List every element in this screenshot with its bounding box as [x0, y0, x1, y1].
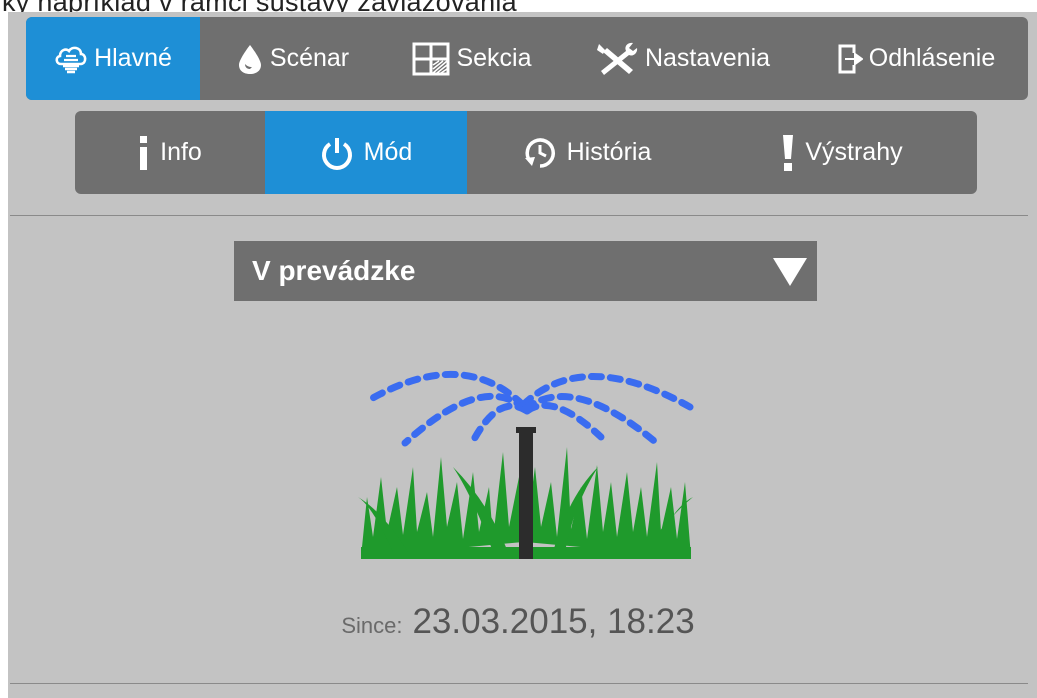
nav-item-hlavne[interactable]: Hlavné — [26, 17, 200, 100]
tab-info[interactable]: Info — [75, 111, 265, 194]
sprinkler-on-grass-icon — [358, 371, 694, 559]
nav-label-odhlasenie: Odhlásenie — [868, 44, 996, 72]
water-drop-icon — [236, 43, 264, 75]
history-icon — [523, 136, 557, 170]
power-icon — [320, 136, 354, 170]
tab-label-vystrahy: Výstrahy — [805, 138, 903, 166]
wrench-screwdriver-icon — [593, 41, 639, 77]
nav-item-odhlasenie[interactable]: Odhlásenie — [804, 17, 1028, 100]
sub-nav: Info Mód História Výstrahy — [75, 111, 977, 194]
info-icon — [138, 135, 150, 171]
section-grid-icon — [412, 42, 450, 76]
tab-label-historia: História — [566, 138, 652, 166]
tab-historia[interactable]: História — [467, 111, 707, 194]
triangle-down-icon — [773, 258, 807, 286]
nav-label-scenar: Scénar — [269, 44, 350, 72]
nav-label-nastavenia: Nastavenia — [644, 44, 771, 72]
tab-mod[interactable]: Mód — [265, 111, 467, 194]
tab-vystrahy[interactable]: Výstrahy — [707, 111, 977, 194]
tab-label-info: Info — [160, 138, 202, 166]
since-label: Since: — [341, 613, 403, 638]
tab-label-mod: Mód — [363, 138, 413, 166]
divider-bottom — [10, 683, 1028, 684]
divider-top — [10, 215, 1028, 216]
since-value: 23.03.2015, 18:23 — [412, 602, 695, 641]
mode-select[interactable]: V prevádzke — [234, 241, 817, 301]
main-nav: Hlavné Scénar Sekcia Nastavenia Odhlásen… — [26, 17, 1028, 100]
nav-item-sekcia[interactable]: Sekcia — [385, 17, 559, 100]
logout-icon — [837, 44, 863, 74]
partial-header-text: ky napríklad v rámci sústavy zavlažovani… — [2, 0, 517, 12]
nav-item-nastavenia[interactable]: Nastavenia — [559, 17, 804, 100]
cloud-sprinkler-icon — [54, 44, 88, 74]
nav-label-sekcia: Sekcia — [456, 44, 532, 72]
mode-select-value: V prevádzke — [252, 255, 416, 286]
since-timestamp: Since: 23.03.2015, 18:23 — [8, 602, 1028, 642]
main-panel: Hlavné Scénar Sekcia Nastavenia Odhlásen… — [8, 12, 1037, 698]
nav-label-hlavne: Hlavné — [94, 44, 172, 72]
exclamation-icon — [781, 134, 795, 172]
partial-header-text-strip: ky napríklad v rámci sústavy zavlažovani… — [0, 0, 1037, 12]
nav-item-scenar[interactable]: Scénar — [200, 17, 385, 100]
